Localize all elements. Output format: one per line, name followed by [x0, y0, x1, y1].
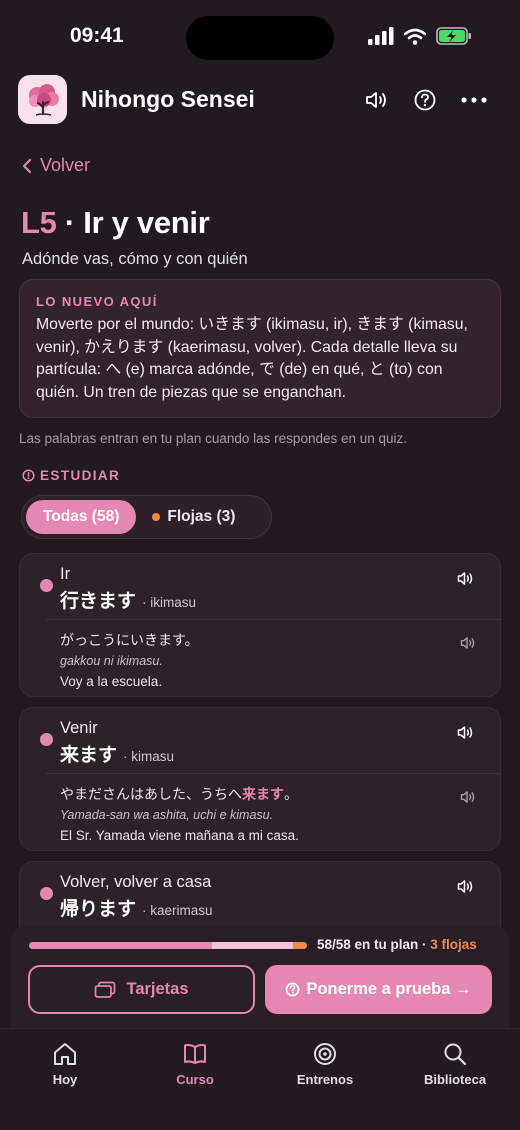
help-icon: [414, 89, 436, 111]
word-meaning: Venir: [60, 719, 98, 737]
more-icon: [461, 97, 487, 103]
study-filter: Todas (58) Flojas (3): [21, 495, 272, 539]
example-text-post: 。: [284, 786, 298, 802]
back-label: Volver: [40, 155, 91, 175]
tab-entrenos[interactable]: Entrenos: [275, 1041, 375, 1087]
plan-count: 58/58 en tu plan ·: [317, 937, 431, 952]
tab-label: Curso: [176, 1072, 214, 1087]
word-audio-button[interactable]: [457, 571, 474, 591]
back-link[interactable]: Volver: [22, 155, 90, 176]
example: やまださんはあした、うちへ来ます。 Yamada-san wa ashita, …: [20, 774, 500, 852]
plan-progress-bar: [29, 942, 307, 949]
status-time: 09:41: [70, 24, 124, 47]
word-romaji: · kimasu: [123, 749, 175, 764]
example-japanese: やまださんはあした、うちへ来ます。: [60, 784, 500, 804]
search-icon: [444, 1043, 467, 1066]
tab-label: Biblioteca: [423, 1072, 487, 1087]
app-logo: [18, 75, 67, 124]
help-button[interactable]: [410, 86, 440, 114]
target-icon: [314, 1043, 336, 1065]
word-meaning: Volver, volver a casa: [60, 873, 212, 891]
filter-all[interactable]: Todas (58): [26, 500, 137, 534]
speaker-icon: [457, 572, 473, 585]
flashcards-label: Tarjetas: [126, 980, 189, 998]
cherry-tree-icon: [28, 83, 59, 116]
word-meaning: Ir: [60, 565, 71, 583]
lesson-title: L5 · Ir y venir: [21, 205, 210, 241]
example: がっこうにいきます。 gakkou ni ikimasu. Voy a la e…: [20, 620, 500, 698]
filter-weak[interactable]: Flojas (3): [136, 500, 251, 534]
status-dot: [40, 579, 53, 592]
filter-all-label: Todas (58): [43, 508, 120, 525]
tab-label: Entrenos: [296, 1072, 354, 1087]
speaker-icon: [457, 726, 473, 739]
progress-in-plan: [212, 942, 294, 949]
lesson-name: Ir y venir: [83, 205, 210, 240]
tab-label: Hoy: [52, 1072, 78, 1087]
chevron-left-icon: [22, 158, 32, 173]
word-japanese: 帰ります: [60, 899, 137, 920]
word-card[interactable]: Ir 行きます · ikimasu がっこうにいきます。 gakkou ni i…: [19, 553, 501, 697]
status-dot: [40, 733, 53, 746]
speaker-icon: [460, 791, 475, 803]
audio-button[interactable]: [362, 86, 392, 114]
app-title: Nihongo Sensei: [81, 86, 255, 112]
status-dot: [40, 887, 53, 900]
lesson-subtitle: Adónde vas, cómo y con quién: [22, 250, 248, 268]
quiz-button[interactable]: Ponerme a prueba →: [265, 965, 492, 1014]
tab-hoy[interactable]: Hoy: [15, 1041, 115, 1087]
example-romaji: gakkou ni ikimasu.: [60, 654, 163, 668]
progress-weak: [293, 942, 307, 949]
word-audio-button[interactable]: [457, 879, 474, 899]
wifi-icon: [404, 28, 426, 45]
filter-weak-label: Flojas (3): [167, 508, 236, 525]
dynamic-island: [186, 16, 334, 60]
example-romaji: Yamada-san wa ashita, uchi e kimasu.: [60, 808, 274, 822]
plan-hint: Las palabras entran en tu plan cuando la…: [19, 431, 408, 446]
word-romaji: · ikimasu: [142, 595, 197, 610]
study-label-text: ESTUDIAR: [40, 468, 121, 483]
plan-weak-count: 3 flojas: [430, 937, 477, 952]
weak-dot: [152, 513, 161, 521]
new-here-box: LO NUEVO AQUÍ Moverte por el mundo: いきます…: [19, 279, 501, 418]
flashcards-button[interactable]: Tarjetas: [28, 965, 255, 1014]
new-here-text: Moverte por el mundo: いきます (ikimasu, ir)…: [36, 316, 468, 401]
lesson-separator: ·: [64, 205, 75, 240]
book-icon: [184, 1044, 206, 1064]
speaker-icon: [457, 880, 473, 893]
example-translation: Voy a la escuela.: [60, 674, 163, 689]
speaker-icon: [460, 637, 475, 649]
status-icons: [368, 27, 472, 45]
tab-curso[interactable]: Curso: [145, 1041, 245, 1087]
study-label: ESTUDIAR: [22, 468, 120, 483]
example-audio-button[interactable]: [460, 790, 476, 809]
quiz-icon: [286, 982, 300, 997]
tab-bar: Hoy Curso Entrenos Biblioteca: [0, 1028, 520, 1130]
word-romaji: · kaerimasu: [142, 903, 213, 918]
example-japanese: がっこうにいきます。: [60, 632, 199, 648]
example-highlight: 来ます: [242, 786, 284, 802]
info-circle-icon: [22, 469, 35, 482]
signal-icon: [368, 27, 394, 45]
new-here-label: LO NUEVO AQUÍ: [36, 294, 158, 309]
example-translation: El Sr. Yamada viene mañana a mi casa.: [60, 828, 299, 843]
plan-summary: 58/58 en tu plan · 3 flojas: [317, 937, 477, 952]
example-audio-button[interactable]: [460, 636, 476, 655]
progress-learned: [29, 942, 213, 949]
example-text-pre: やまださんはあした、うちへ: [60, 786, 242, 802]
more-button[interactable]: [459, 86, 489, 114]
word-japanese: 来ます: [60, 745, 118, 766]
tab-biblioteca[interactable]: Biblioteca: [405, 1041, 505, 1087]
speaker-icon: [366, 92, 386, 108]
word-card[interactable]: Venir 来ます · kimasu やまださんはあした、うちへ来ます。 Yam…: [19, 707, 501, 851]
home-icon: [54, 1043, 76, 1065]
quiz-label: Ponerme a prueba →: [306, 980, 472, 998]
lesson-number: L5: [21, 205, 57, 240]
battery-icon: [436, 27, 471, 45]
cards-icon: [95, 981, 116, 998]
word-audio-button[interactable]: [457, 725, 474, 745]
word-japanese: 行きます: [60, 591, 137, 612]
